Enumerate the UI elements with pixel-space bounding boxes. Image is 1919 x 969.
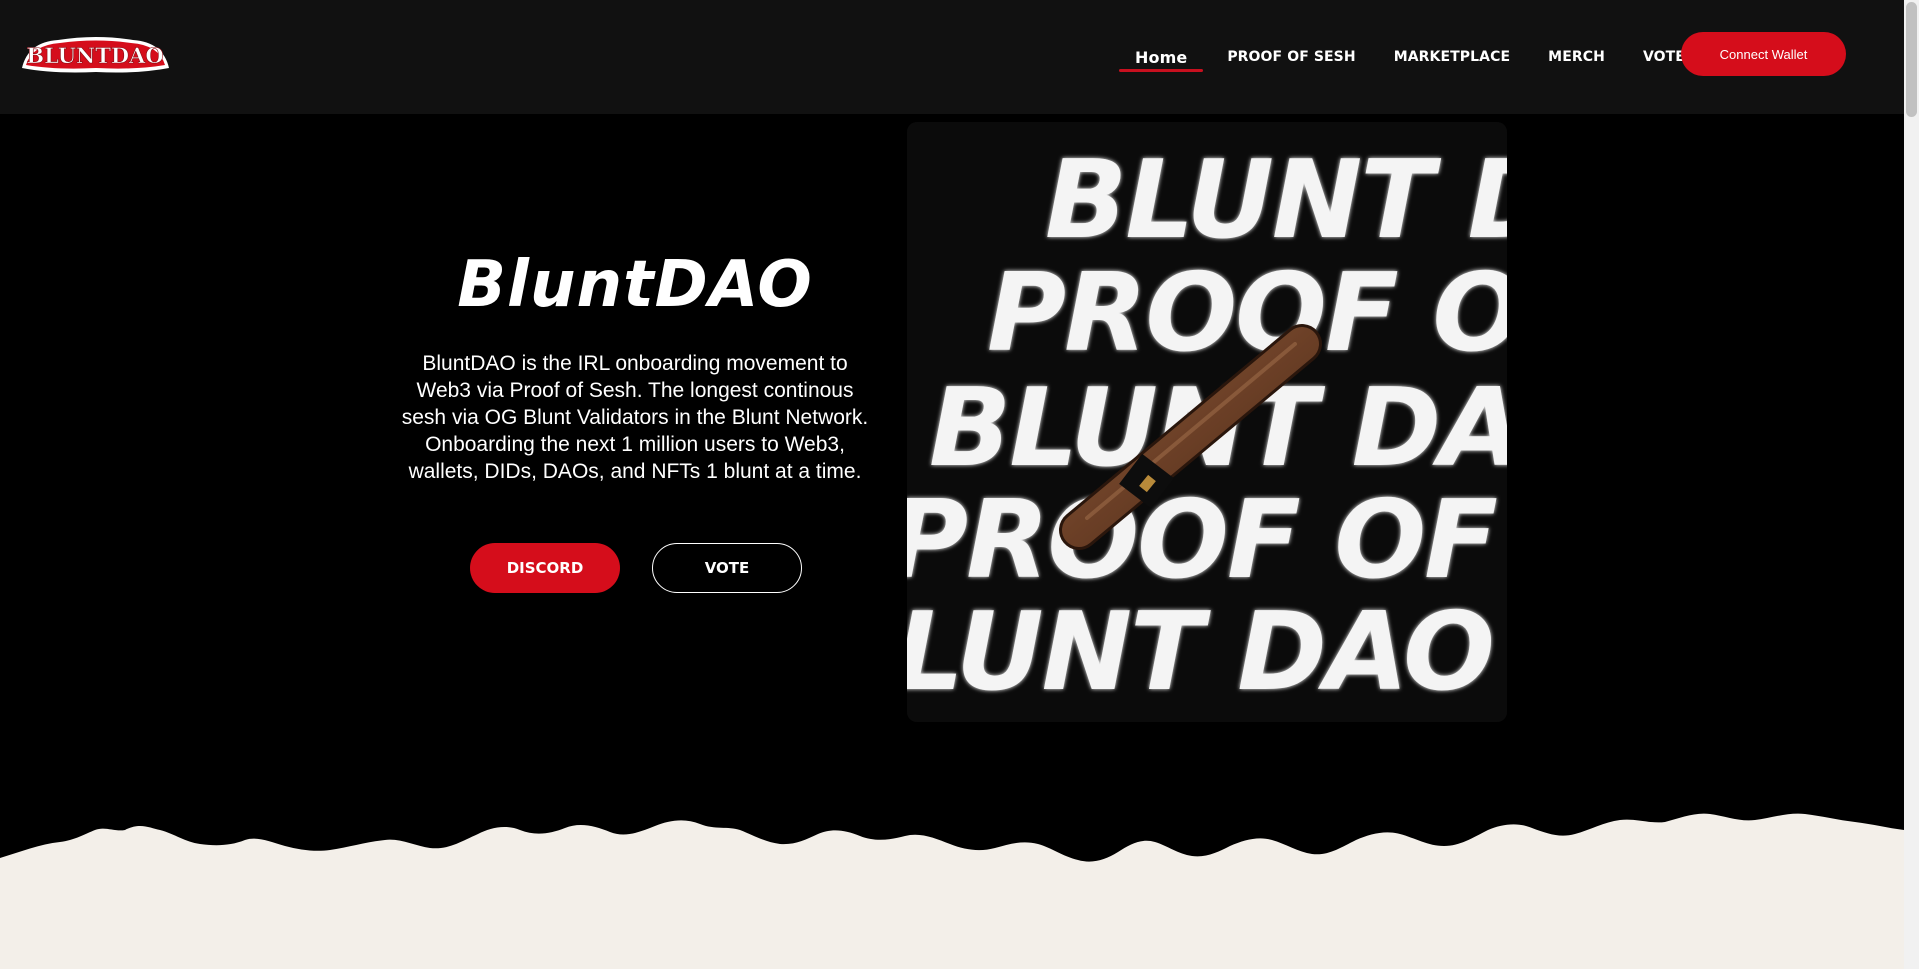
discord-button[interactable]: DISCORD (470, 543, 620, 593)
torn-paper-divider (0, 813, 1904, 969)
main-nav: Home PROOF OF SESH MARKETPLACE MERCH VOT… (1119, 0, 1685, 114)
nav-marketplace[interactable]: MARKETPLACE (1394, 0, 1510, 114)
hero-art-svg: BLUNT DA PROOF OF BLUNT DAO PROOF OF S L… (907, 122, 1507, 722)
nav-vote[interactable]: VOTE (1643, 0, 1685, 114)
hero-description: BluntDAO is the IRL onboarding movement … (401, 352, 869, 483)
nav-proof-of-sesh[interactable]: PROOF OF SESH (1227, 0, 1355, 114)
logo-text: BLUNTDAO (26, 43, 163, 68)
vote-button[interactable]: VOTE (652, 543, 802, 593)
art-line-1: BLUNT DA (1045, 138, 1507, 263)
hero-title: BluntDAO (457, 248, 813, 322)
art-line-5: LUNT DAO BL (907, 590, 1507, 715)
scrollbar-thumb[interactable] (1906, 2, 1917, 117)
nav-merch[interactable]: MERCH (1548, 0, 1605, 114)
connect-wallet-button[interactable]: Connect Wallet (1681, 32, 1846, 76)
hero-artwork: BLUNT DA PROOF OF BLUNT DAO PROOF OF S L… (907, 122, 1507, 722)
nav-home[interactable]: Home (1119, 0, 1204, 114)
page: BLUNTDAO Home PROOF OF SESH MARKETPLACE … (0, 0, 1919, 969)
art-line-2: PROOF OF (987, 251, 1507, 376)
header: BLUNTDAO Home PROOF OF SESH MARKETPLACE … (0, 0, 1904, 114)
scrollbar-track[interactable] (1904, 0, 1919, 969)
bluntdao-logo[interactable]: BLUNTDAO (18, 32, 173, 76)
art-line-4: PROOF OF S (907, 478, 1507, 603)
